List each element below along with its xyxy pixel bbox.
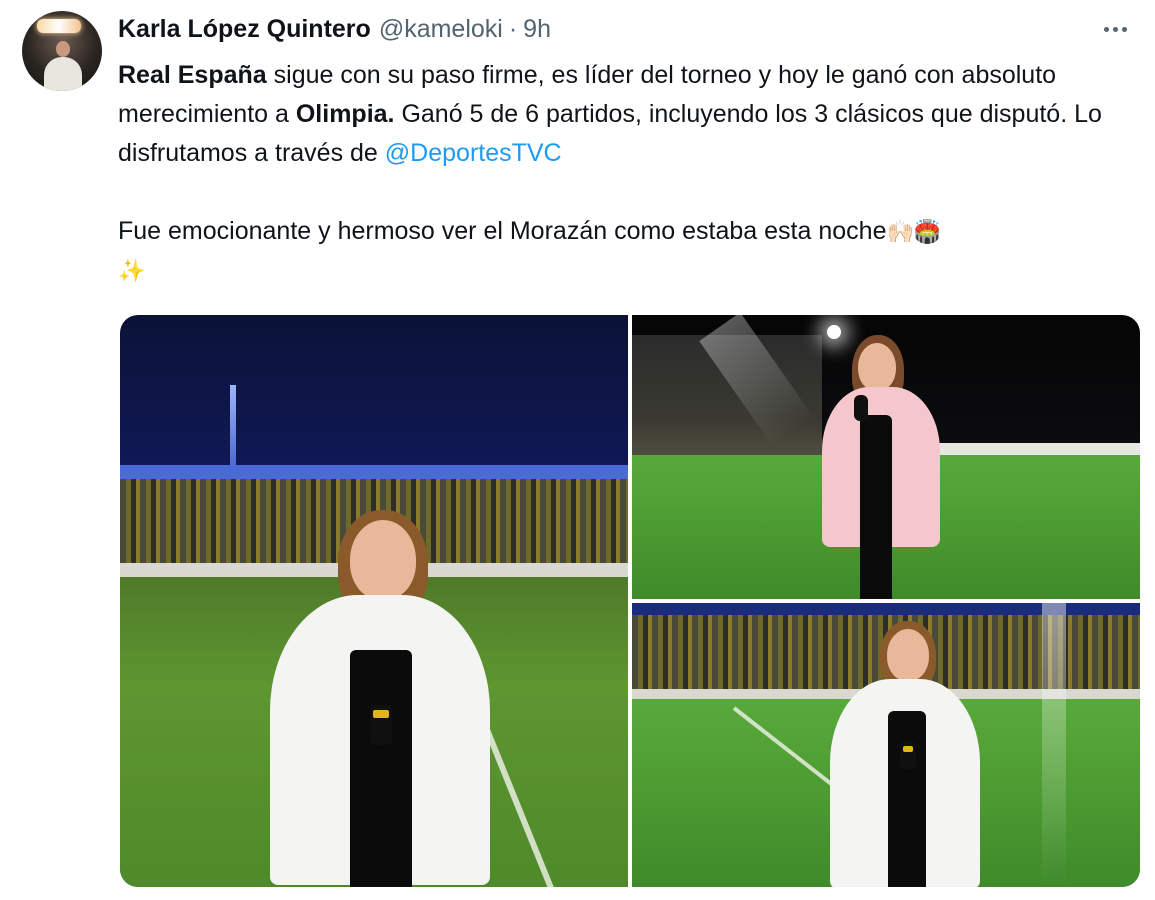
reporter-figure [270, 500, 490, 887]
mic-logo [903, 746, 913, 752]
reporter-face [350, 520, 416, 600]
avatar-head [56, 41, 70, 57]
bold-team-olimpia: Olimpia. [295, 100, 395, 128]
media-grid [120, 315, 1140, 887]
reporter-top [860, 415, 892, 599]
avatar-neon-sign [37, 19, 81, 33]
dot-icon [1121, 26, 1127, 32]
microphone-icon [370, 705, 392, 745]
dot-icon [1103, 26, 1109, 32]
stadium-emoji-icon: 🏟️ [913, 219, 942, 244]
photo-3[interactable] [632, 603, 1140, 887]
text-segment: Fue emocionante y hermoso ver el Morazán… [118, 217, 887, 245]
light-beam [1042, 603, 1066, 887]
more-options-icon[interactable] [1099, 18, 1131, 40]
raised-hands-emoji-icon: 🙌🏻 [886, 219, 914, 244]
tweet-paragraph-1: Real España sigue con su paso firme, es … [118, 56, 1128, 173]
tweet: Karla López Quintero @kameloki · 9h Real… [0, 0, 1155, 900]
photo-1[interactable] [120, 315, 628, 887]
mention-link[interactable]: @DeportesTVC [385, 139, 562, 167]
tweet-timestamp[interactable]: 9h [523, 15, 551, 44]
stands-roof [120, 465, 628, 479]
reporter-figure [830, 621, 980, 887]
sparkles-emoji-icon: ✨ [118, 258, 146, 283]
photo-2[interactable] [632, 315, 1140, 599]
reporter-figure [822, 335, 942, 599]
reporter-face [858, 343, 896, 391]
meta-separator: · [508, 14, 518, 43]
microphone-icon [900, 741, 916, 769]
tweet-header: Karla López Quintero @kameloki · 9h [118, 14, 551, 44]
tweet-text: Real España sigue con su paso firme, es … [118, 56, 1128, 290]
mic-logo [373, 710, 389, 718]
bold-team-real-espana: Real España [118, 61, 267, 89]
reporter-top [888, 711, 926, 887]
microphone-icon [854, 395, 868, 421]
tweet-paragraph-2: Fue emocionante y hermoso ver el Morazán… [118, 212, 1128, 290]
author-handle[interactable]: @kameloki [379, 15, 503, 44]
dot-icon [1112, 26, 1118, 32]
reporter-face [887, 629, 929, 681]
avatar-body [44, 57, 82, 91]
avatar[interactable] [22, 11, 102, 91]
reporter-top [350, 650, 412, 887]
author-display-name[interactable]: Karla López Quintero [118, 15, 371, 44]
